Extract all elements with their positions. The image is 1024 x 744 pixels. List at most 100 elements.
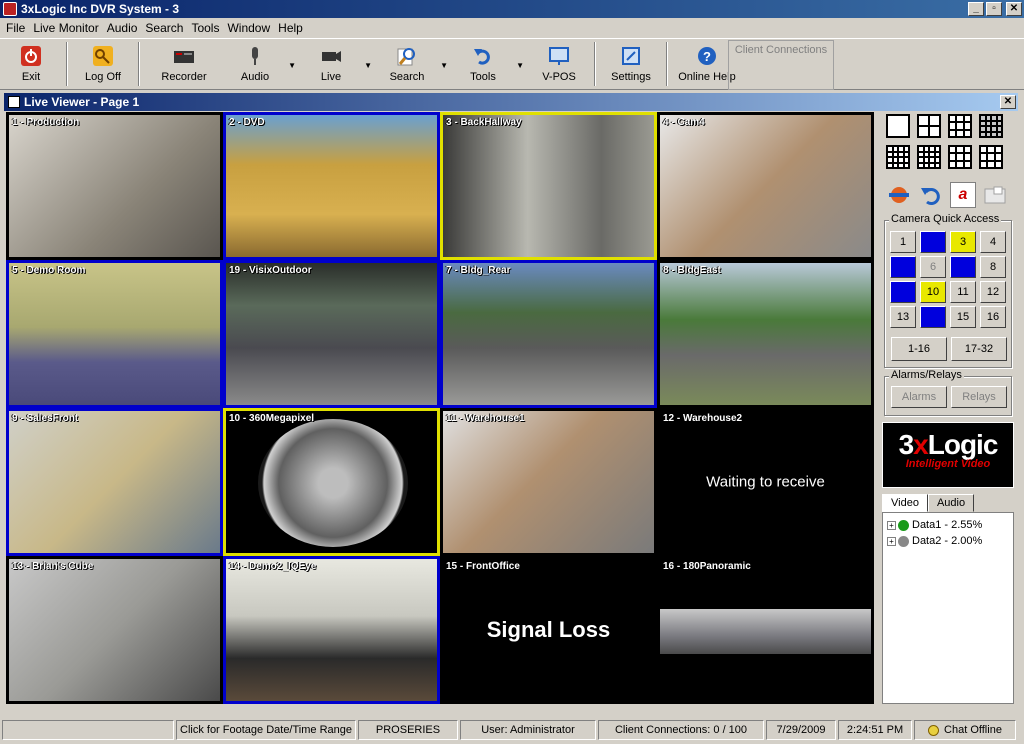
camera-quick-button[interactable]: 8 bbox=[980, 256, 1006, 278]
alarms-button[interactable]: Alarms bbox=[891, 386, 947, 408]
camera-tile[interactable]: 8 - BldgEast bbox=[657, 260, 874, 408]
camera-label: 11 - Warehouse1 bbox=[446, 413, 525, 424]
refresh-icon[interactable] bbox=[918, 182, 944, 208]
settings-button[interactable]: Settings bbox=[600, 39, 662, 89]
camera-tile[interactable]: 14 - Demo2_IQEye bbox=[223, 556, 440, 704]
camera-quick-button[interactable]: 9 bbox=[890, 281, 916, 303]
camera-tile[interactable]: 12 - Warehouse2 Waiting to receive bbox=[657, 408, 874, 556]
camera-feed bbox=[443, 411, 654, 553]
camera-tile[interactable]: 19 - VisixOutdoor bbox=[223, 260, 440, 408]
layout-6x6-button[interactable] bbox=[917, 145, 941, 169]
camera-tile[interactable]: 15 - FrontOffice Signal Loss bbox=[440, 556, 657, 704]
camera-label: 9 - SalesFront bbox=[12, 413, 79, 424]
live-dropdown-arrow[interactable]: ▼ bbox=[364, 61, 372, 70]
camera-quick-button[interactable]: 1 bbox=[890, 231, 916, 253]
client-connections-toolbar-label: Client Connections bbox=[728, 40, 834, 90]
layout-1plus5-button[interactable] bbox=[948, 145, 972, 169]
client-connections-status: Client Connections: 0 / 100 bbox=[598, 720, 764, 740]
layout-3x3-button[interactable] bbox=[948, 114, 972, 138]
live-viewer-header: Live Viewer - Page 1 ✕ bbox=[4, 93, 1018, 111]
sequence-icon[interactable] bbox=[886, 182, 912, 208]
camera-tile[interactable]: 9 - SalesFront bbox=[6, 408, 223, 556]
camera-quick-button[interactable]: 10 bbox=[920, 281, 946, 303]
minimize-button[interactable]: _ bbox=[968, 2, 984, 16]
camera-tile[interactable]: 11 - Warehouse1 bbox=[440, 408, 657, 556]
tools-dropdown-arrow[interactable]: ▼ bbox=[516, 61, 524, 70]
camera-tile[interactable]: 16 - 180Panoramic bbox=[657, 556, 874, 704]
camera-feed bbox=[226, 559, 437, 701]
camera-quick-button[interactable]: 14 bbox=[920, 306, 946, 328]
microphone-icon bbox=[243, 44, 267, 68]
layout-4x4-button[interactable] bbox=[979, 114, 1003, 138]
camera-quick-button[interactable]: 6 bbox=[920, 256, 946, 278]
chat-status[interactable]: Chat Offline bbox=[914, 720, 1016, 740]
camera-feed bbox=[226, 263, 437, 405]
smiley-icon bbox=[928, 724, 940, 736]
layout-1plus7-button[interactable] bbox=[979, 145, 1003, 169]
range-17-32-button[interactable]: 17-32 bbox=[951, 337, 1007, 361]
camera-quick-button[interactable]: 5 bbox=[890, 256, 916, 278]
close-button[interactable]: ✕ bbox=[1006, 2, 1022, 16]
audio-dropdown-arrow[interactable]: ▼ bbox=[288, 61, 296, 70]
menu-help[interactable]: Help bbox=[274, 21, 307, 35]
camera-tile[interactable]: 4 - Cam4 bbox=[657, 112, 874, 260]
camera-tile[interactable]: 13 - Brian's Cube bbox=[6, 556, 223, 704]
camera-quick-button[interactable]: 4 bbox=[980, 231, 1006, 253]
alarms-relays-title: Alarms/Relays bbox=[889, 369, 964, 381]
layout-2x2-button[interactable] bbox=[917, 114, 941, 138]
tree-item-data1[interactable]: + Data1 - 2.55% bbox=[883, 517, 1013, 533]
panoramic-view bbox=[660, 609, 871, 654]
camera-quick-button[interactable]: 13 bbox=[890, 306, 916, 328]
menu-live-monitor[interactable]: Live Monitor bbox=[29, 21, 102, 35]
text-overlay-icon[interactable]: a bbox=[950, 182, 976, 208]
key-icon bbox=[91, 44, 115, 68]
camera-tile[interactable]: 7 - Bldg_Rear bbox=[440, 260, 657, 408]
alarms-relays: Alarms/Relays Alarms Relays bbox=[884, 369, 1012, 416]
camera-quick-button[interactable]: 15 bbox=[950, 306, 976, 328]
search-button[interactable]: Search ▼ bbox=[376, 39, 448, 89]
range-1-16-button[interactable]: 1-16 bbox=[891, 337, 947, 361]
expand-icon[interactable]: + bbox=[887, 536, 896, 546]
layout-1x1-button[interactable] bbox=[886, 114, 910, 138]
exit-button[interactable]: Exit bbox=[0, 39, 62, 89]
camera-label: 10 - 360Megapixel bbox=[229, 413, 315, 424]
maximize-button[interactable]: ▫ bbox=[986, 2, 1002, 16]
menu-search[interactable]: Search bbox=[141, 21, 187, 35]
menu-window[interactable]: Window bbox=[223, 21, 274, 35]
camera-quick-button[interactable]: 3 bbox=[950, 231, 976, 253]
settings-icon bbox=[619, 44, 643, 68]
camera-tile[interactable]: 2 - DVD bbox=[223, 112, 440, 260]
footage-range-link[interactable]: Click for Footage Date/Time Range bbox=[176, 720, 356, 740]
menu-file[interactable]: File bbox=[2, 21, 29, 35]
log-off-button[interactable]: Log Off bbox=[72, 39, 134, 89]
relays-button[interactable]: Relays bbox=[951, 386, 1007, 408]
camera-quick-button[interactable]: 12 bbox=[980, 281, 1006, 303]
camera-quick-button[interactable]: 16 bbox=[980, 306, 1006, 328]
camera-tile[interactable]: 3 - BackHallway bbox=[440, 112, 657, 260]
live-viewer-close-button[interactable]: ✕ bbox=[1000, 95, 1016, 109]
power-icon bbox=[19, 44, 43, 68]
camera-quick-button[interactable]: 2 bbox=[920, 231, 946, 253]
camera-grid: 1 - Production 2 - DVD 3 - BackHallway 4 - … bbox=[6, 112, 874, 704]
camera-quick-button[interactable]: 11 bbox=[950, 281, 976, 303]
audio-button[interactable]: Audio ▼ bbox=[224, 39, 296, 89]
camera-label: 14 - Demo2_IQEye bbox=[229, 561, 317, 572]
menu-audio[interactable]: Audio bbox=[103, 21, 142, 35]
tree-item-data2[interactable]: + Data2 - 2.00% bbox=[883, 533, 1013, 549]
expand-icon[interactable]: + bbox=[887, 520, 896, 530]
popout-icon[interactable] bbox=[982, 182, 1008, 208]
live-button[interactable]: Live ▼ bbox=[300, 39, 372, 89]
tools-button[interactable]: Tools ▼ bbox=[452, 39, 524, 89]
recorder-button[interactable]: Recorder bbox=[144, 39, 224, 89]
layout-5x5-button[interactable] bbox=[886, 145, 910, 169]
search-dropdown-arrow[interactable]: ▼ bbox=[440, 61, 448, 70]
tab-audio[interactable]: Audio bbox=[927, 494, 975, 512]
menu-tools[interactable]: Tools bbox=[187, 21, 223, 35]
tab-video[interactable]: Video bbox=[882, 494, 928, 512]
camera-tile[interactable]: 10 - 360Megapixel bbox=[223, 408, 440, 556]
vpos-button[interactable]: V-POS bbox=[528, 39, 590, 89]
camera-tile[interactable]: 1 - Production bbox=[6, 112, 223, 260]
camera-tile[interactable]: 5 - Demo Room bbox=[6, 260, 223, 408]
camera-feed bbox=[443, 115, 654, 257]
camera-quick-button[interactable]: 7 bbox=[950, 256, 976, 278]
